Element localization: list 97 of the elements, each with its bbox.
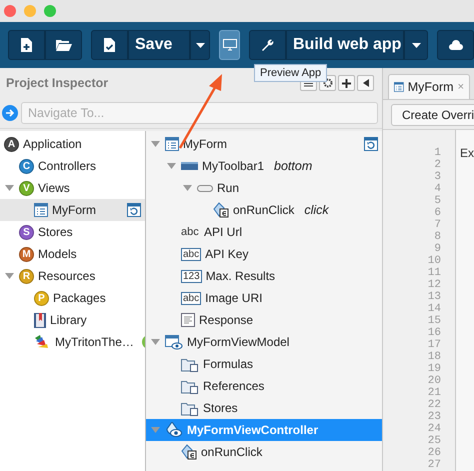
- line-number: 7: [434, 219, 441, 231]
- line-number: 12: [428, 279, 441, 291]
- line-number: 10: [428, 255, 441, 267]
- item-detail: bottom: [274, 158, 312, 175]
- tree-item[interactable]: onRunClick click: [146, 199, 382, 221]
- item-label: Packages: [53, 290, 106, 307]
- line-number: 8: [434, 231, 441, 243]
- item-label: MyFormViewController: [187, 422, 318, 439]
- line-number: 25: [428, 435, 441, 447]
- line-number: 17: [428, 339, 441, 351]
- item-label: Stores: [203, 400, 238, 417]
- line-number: 22: [428, 399, 441, 411]
- letter-badge-icon: C: [19, 158, 34, 174]
- line-number: 2: [434, 159, 441, 171]
- tree-item[interactable]: Stores: [146, 397, 382, 419]
- item-label: Views: [38, 180, 70, 197]
- tree-item[interactable]: Library: [0, 309, 145, 331]
- input-field-icon: abc: [181, 248, 202, 260]
- line-number: 14: [428, 303, 441, 315]
- line-number: 26: [428, 447, 441, 459]
- navigate-field[interactable]: Navigate To...: [21, 102, 378, 124]
- item-label: Run: [217, 180, 240, 197]
- item-label: MyTritonThe…: [55, 334, 134, 351]
- tree-item[interactable]: P Packages: [0, 287, 145, 309]
- item-label: Models: [38, 246, 77, 263]
- tab-label: MyForm: [408, 78, 454, 96]
- input-field-icon: 123: [181, 270, 202, 282]
- letter-badge-icon: S: [19, 224, 34, 240]
- tree-item[interactable]: MyForm: [0, 199, 145, 221]
- tree-item[interactable]: Run: [146, 177, 382, 199]
- item-label: Stores: [38, 224, 73, 241]
- line-number: 20: [428, 375, 441, 387]
- line-number: 15: [428, 315, 441, 327]
- line-number: 19: [428, 363, 441, 375]
- tree-item[interactable]: R Resources: [0, 265, 145, 287]
- line-number: 6: [434, 207, 441, 219]
- code-line: Ex: [460, 147, 474, 159]
- tree-item[interactable]: A Application: [0, 133, 145, 155]
- save-button[interactable]: Save: [128, 30, 190, 60]
- tree-item[interactable]: C Controllers: [0, 155, 145, 177]
- item-label: API Key: [205, 246, 248, 263]
- tree-item[interactable]: 123 Max. Results: [146, 265, 382, 287]
- line-number: 18: [428, 351, 441, 363]
- letter-badge-icon: A: [4, 136, 19, 152]
- tree-item[interactable]: onRunClick: [146, 441, 382, 463]
- text-field-icon: abc: [181, 224, 200, 240]
- tree-item[interactable]: abc Image URI: [146, 287, 382, 309]
- input-field-icon: abc: [181, 292, 202, 304]
- item-label: Response: [199, 312, 254, 329]
- tree-item[interactable]: V Views: [0, 177, 145, 199]
- tree-item[interactable]: Response: [146, 309, 382, 331]
- tree-item[interactable]: MyToolbar1 bottom: [146, 155, 382, 177]
- item-detail: click: [304, 202, 329, 219]
- tree-item[interactable]: MyFormViewModel: [146, 331, 382, 353]
- item-label: Resources: [38, 268, 96, 285]
- item-label: onRunClick: [233, 202, 294, 219]
- letter-badge-icon: V: [19, 180, 34, 196]
- tree-item[interactable]: References: [146, 375, 382, 397]
- item-label: Application: [23, 136, 82, 153]
- item-label: API Url: [204, 224, 242, 241]
- line-number: 23: [428, 411, 441, 423]
- tree-item[interactable]: abc API Url: [146, 221, 382, 243]
- line-number: 9: [434, 243, 441, 255]
- item-label: Library: [50, 312, 87, 329]
- tooltip: Preview App: [254, 64, 328, 82]
- item-label: Formulas: [203, 356, 254, 373]
- line-number: 21: [428, 387, 441, 399]
- tree-item[interactable]: MyForm: [146, 133, 382, 155]
- letter-badge-icon: P: [34, 290, 49, 306]
- item-label: onRunClick: [201, 444, 262, 461]
- tree-item[interactable]: Formulas: [146, 353, 382, 375]
- editor-tab[interactable]: MyForm ×: [388, 74, 470, 99]
- line-number: 11: [428, 267, 441, 279]
- line-number: 16: [428, 327, 441, 339]
- letter-badge-icon: M: [19, 246, 34, 262]
- line-number: 24: [428, 423, 441, 435]
- line-number: 1: [434, 147, 441, 159]
- item-label: Max. Results: [206, 268, 276, 285]
- tree-item[interactable]: M Models: [0, 243, 145, 265]
- tree-item[interactable]: abc API Key: [146, 243, 382, 265]
- item-label: Controllers: [38, 158, 96, 175]
- line-number: 13: [428, 291, 441, 303]
- line-number: 3: [434, 171, 441, 183]
- tree-item[interactable]: S Stores: [0, 221, 145, 243]
- line-number: 27: [428, 459, 441, 471]
- item-label: MyFormViewModel: [187, 334, 290, 351]
- line-number: 4: [434, 183, 441, 195]
- create-override-button[interactable]: Create Overri: [391, 104, 474, 126]
- line-number: 5: [434, 195, 441, 207]
- panel-title: Project Inspector: [6, 74, 108, 92]
- item-label: References: [203, 378, 264, 395]
- item-label: MyForm: [52, 202, 96, 219]
- item-label: Image URI: [205, 290, 262, 307]
- build-web-app-button[interactable]: Build web app: [286, 30, 404, 60]
- item-label: MyToolbar1: [202, 158, 264, 175]
- letter-badge-icon: R: [19, 268, 34, 284]
- item-label: MyForm: [183, 136, 227, 153]
